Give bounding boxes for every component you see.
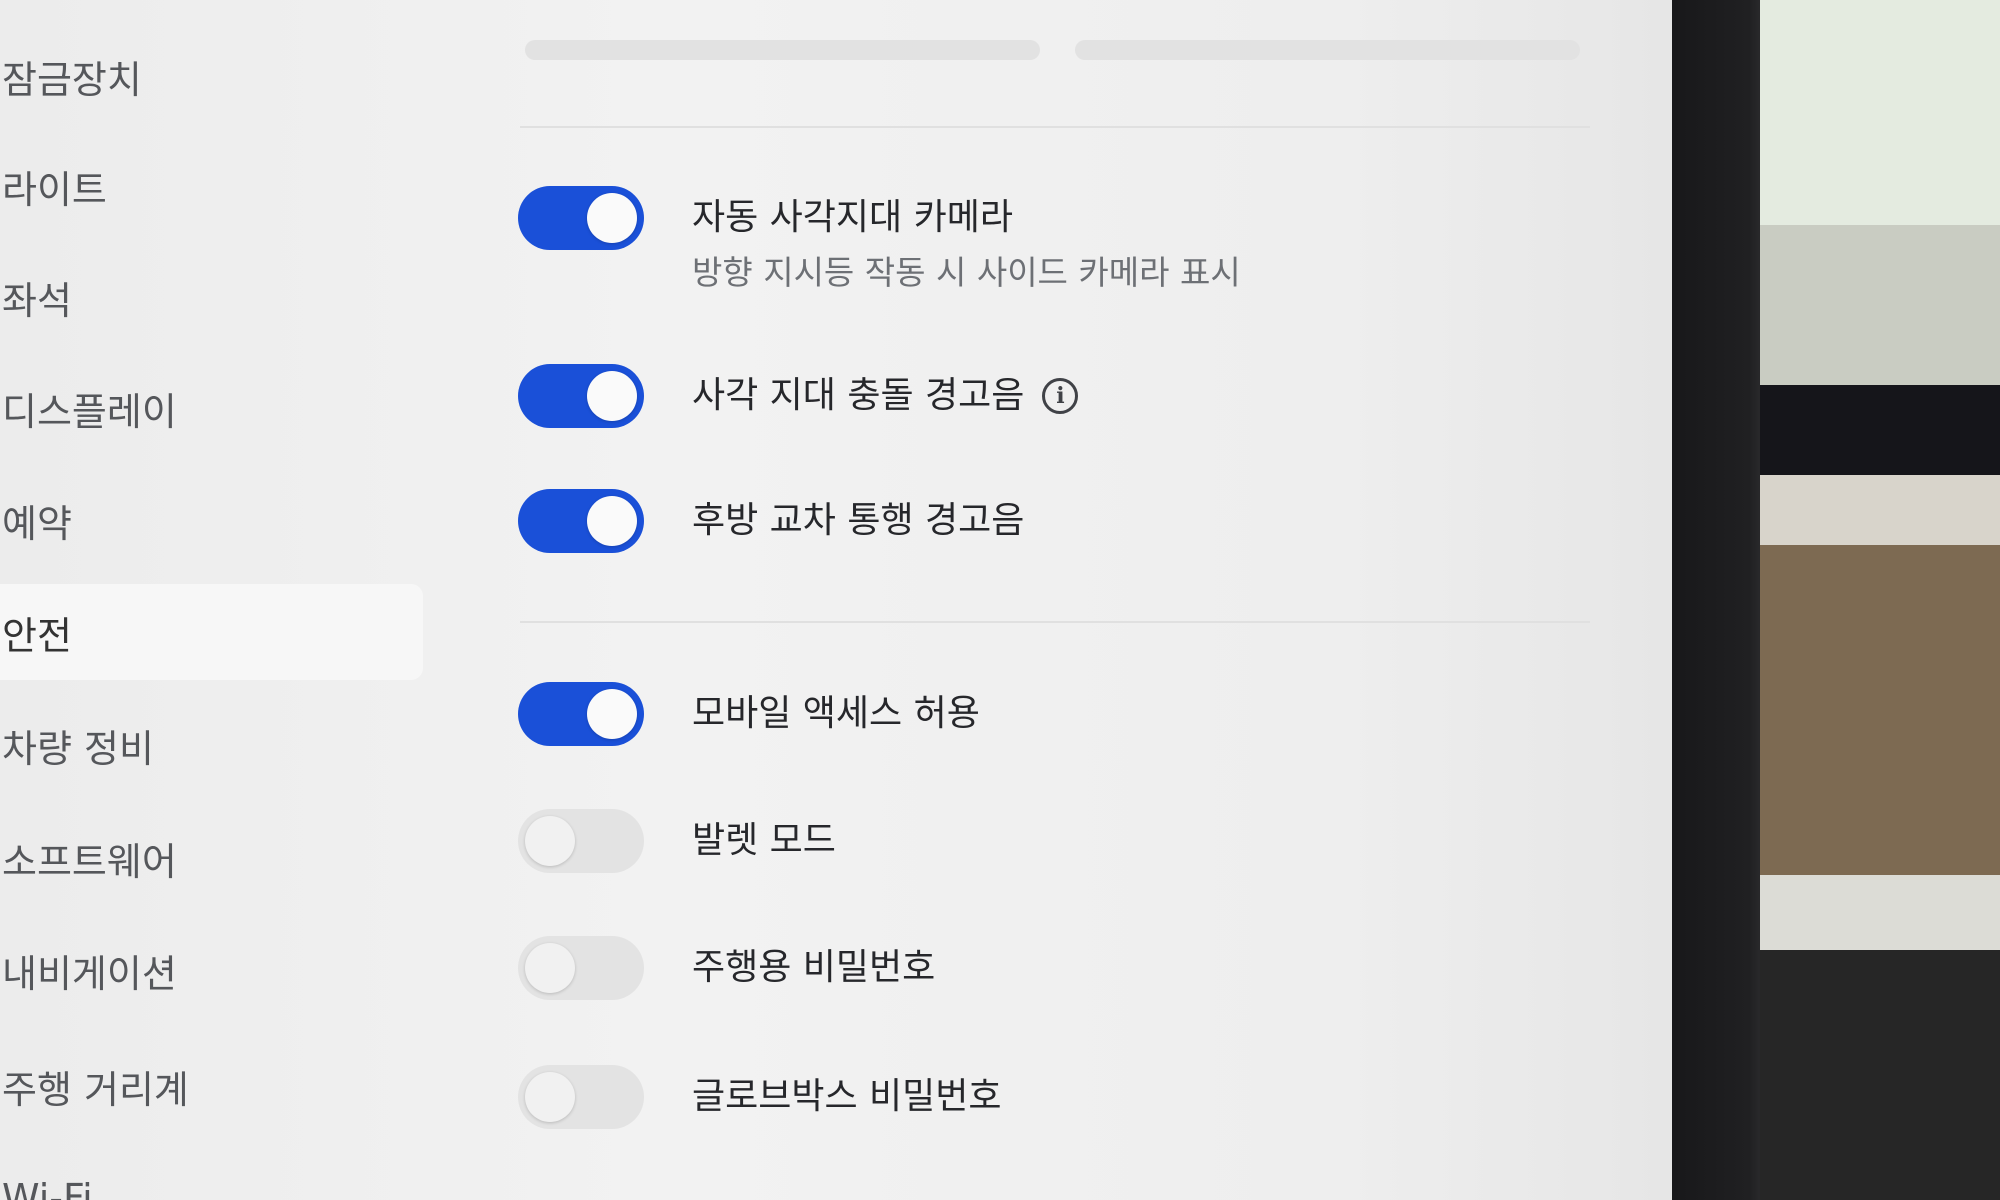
top-content-strip [525, 40, 1040, 60]
sidebar-item-software[interactable]: 소프트웨어 [0, 810, 420, 906]
toggle-switch[interactable] [518, 682, 644, 746]
info-icon[interactable]: i [1042, 378, 1079, 414]
setting-label: 주행용 비밀번호 [692, 947, 936, 988]
touch-screen: 잠금장치 라이트 좌석 디스플레이 예약 안전 차량 정비 소프트웨어 내비게이… [0, 0, 1672, 1200]
setting-label: 사각 지대 충돌 경고음 [692, 375, 1025, 416]
toggle-knob [525, 1072, 575, 1122]
toggle-knob [525, 816, 575, 866]
setting-label: 후방 교차 통행 경고음 [692, 500, 1025, 541]
sidebar-item-seats[interactable]: 좌석 [0, 249, 420, 345]
top-content-strip [1075, 40, 1580, 60]
toggle-switch[interactable] [518, 809, 644, 873]
section-divider [520, 126, 1590, 128]
sidebar-item-wifi[interactable]: Wi-Fi [0, 1150, 420, 1200]
setting-label: 발렛 모드 [692, 820, 836, 861]
toggle-knob [587, 689, 637, 739]
setting-label: 글로브박스 비밀번호 [692, 1076, 1002, 1117]
setting-row-pin-to-drive: 주행용 비밀번호 [518, 936, 935, 1000]
sidebar-item-navigation[interactable]: 내비게이션 [0, 922, 420, 1018]
toggle-knob [525, 943, 575, 993]
sidebar-item-locks[interactable]: 잠금장치 [0, 28, 420, 124]
settings-sidebar: 잠금장치 라이트 좌석 디스플레이 예약 안전 차량 정비 소프트웨어 내비게이… [0, 0, 425, 1200]
setting-description: 방향 지시등 작동 시 사이드 카메라 표시 [692, 253, 1241, 292]
setting-label: 모바일 액세스 허용 [692, 693, 980, 734]
toggle-switch[interactable] [518, 489, 644, 553]
setting-row-rear-cross-traffic-chime: 후방 교차 통행 경고음 [518, 489, 1024, 553]
toggle-switch[interactable] [518, 364, 644, 428]
toggle-knob [587, 496, 637, 546]
toggle-knob [587, 371, 637, 421]
sidebar-item-safety[interactable]: 안전 [0, 584, 423, 680]
toggle-switch[interactable] [518, 936, 644, 1000]
toggle-switch[interactable] [518, 186, 644, 250]
toggle-switch[interactable] [518, 1065, 644, 1129]
background-environment [1760, 0, 2000, 1200]
sidebar-item-schedule[interactable]: 예약 [0, 472, 420, 568]
setting-label: 자동 사각지대 카메라 [692, 197, 1013, 238]
setting-row-glovebox-pin: 글로브박스 비밀번호 [518, 1065, 1002, 1129]
setting-row-valet-mode: 발렛 모드 [518, 809, 836, 873]
sidebar-item-service[interactable]: 차량 정비 [0, 697, 420, 793]
sidebar-item-lights[interactable]: 라이트 [0, 138, 420, 234]
sidebar-item-trips[interactable]: 주행 거리계 [0, 1038, 420, 1134]
toggle-knob [587, 193, 637, 243]
setting-row-blindspot-chime: 사각 지대 충돌 경고음 i [518, 364, 1079, 428]
setting-row-auto-blindspot-camera: 자동 사각지대 카메라 방향 지시등 작동 시 사이드 카메라 표시 [518, 186, 1241, 294]
sidebar-item-display[interactable]: 디스플레이 [0, 360, 420, 456]
setting-row-mobile-access: 모바일 액세스 허용 [518, 682, 980, 746]
section-divider [520, 621, 1590, 623]
